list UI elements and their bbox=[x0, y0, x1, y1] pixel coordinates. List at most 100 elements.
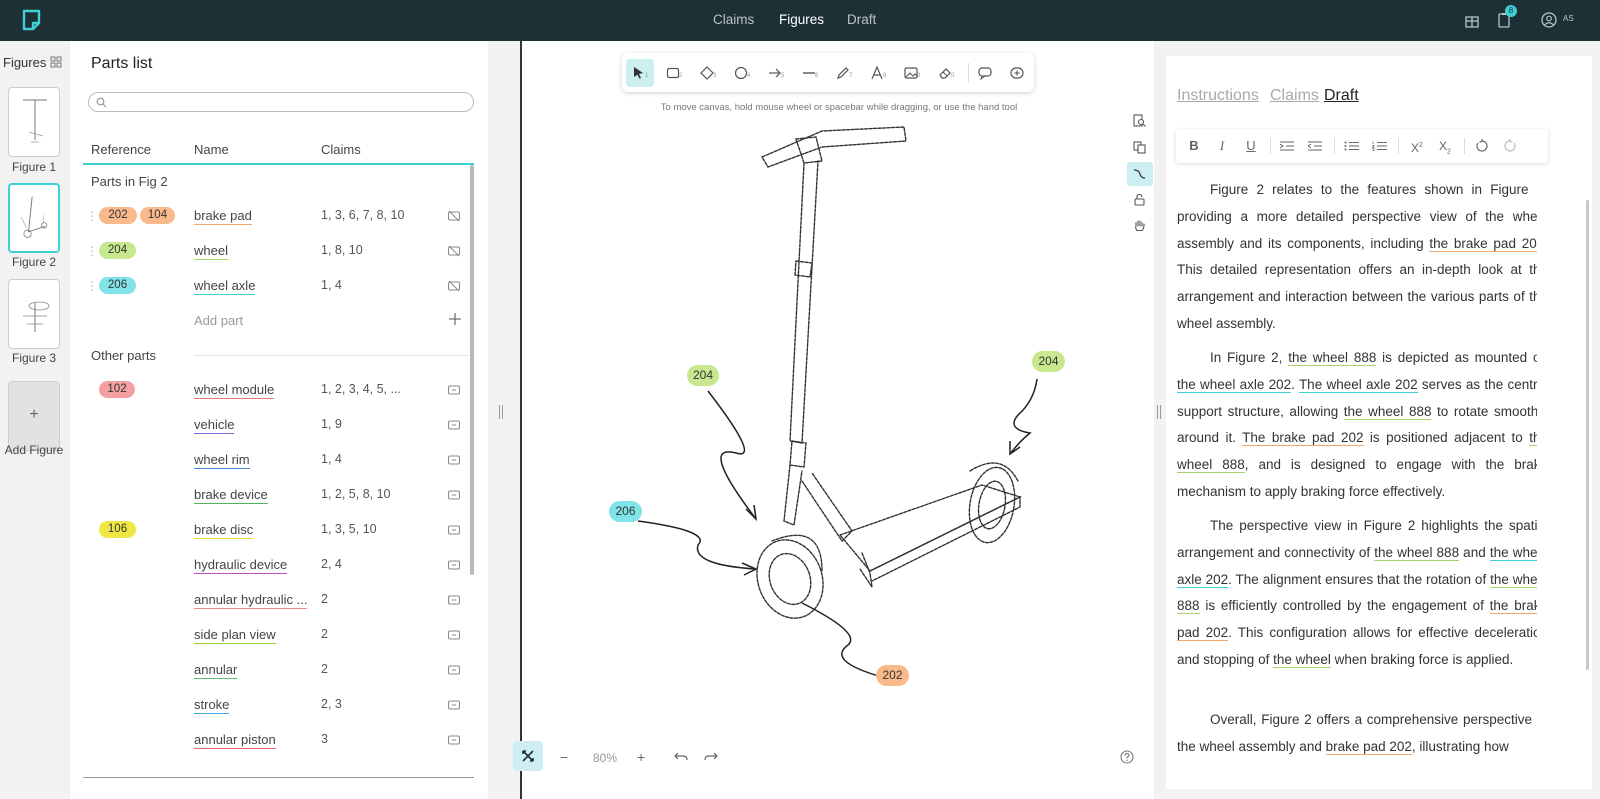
nav-draft-link[interactable]: Draft bbox=[847, 12, 876, 27]
add-label-button[interactable] bbox=[1004, 59, 1032, 87]
zoom-out-button[interactable]: − bbox=[560, 749, 568, 765]
draft-paragraph[interactable]: Overall, Figure 2 offers a comprehensive… bbox=[1177, 707, 1537, 761]
show-label-icon[interactable] bbox=[447, 663, 461, 677]
tab-claims[interactable]: Claims bbox=[1270, 87, 1319, 105]
add-comment-button[interactable] bbox=[972, 59, 1000, 87]
column-header-claims[interactable]: Claims bbox=[321, 142, 361, 157]
user-account-icon[interactable] bbox=[1540, 11, 1558, 29]
part-row[interactable]: side plan view 2 bbox=[83, 620, 469, 650]
part-row[interactable]: annular piston 3 bbox=[83, 725, 469, 755]
right-panel-resize-handle[interactable] bbox=[1157, 405, 1161, 419]
preview-button[interactable] bbox=[1127, 109, 1153, 133]
reference-badge[interactable]: 206 bbox=[99, 277, 136, 294]
add-part-row[interactable]: Add part bbox=[83, 306, 469, 336]
italic-button[interactable]: I bbox=[1213, 137, 1231, 155]
nav-figures-link[interactable]: Figures bbox=[779, 12, 824, 27]
bold-button[interactable]: B bbox=[1185, 137, 1203, 155]
tool-select[interactable]: 1 bbox=[626, 59, 654, 87]
tool-text[interactable]: 8 bbox=[864, 59, 892, 87]
part-row[interactable]: annular 2 bbox=[83, 655, 469, 685]
tool-arrow[interactable]: 5 bbox=[762, 59, 790, 87]
part-reference-link[interactable]: The wheel axle 202 bbox=[1298, 376, 1418, 393]
column-header-name[interactable]: Name bbox=[194, 142, 229, 157]
lock-button[interactable] bbox=[1127, 188, 1153, 212]
show-label-icon[interactable] bbox=[447, 383, 461, 397]
draft-text-editor[interactable]: Figure 2 relates to the features shown i… bbox=[1166, 177, 1537, 787]
part-reference-link[interactable]: the brake pad 202 bbox=[1429, 235, 1537, 252]
reference-badge[interactable]: 106 bbox=[99, 521, 136, 538]
add-figure-label[interactable]: Add Figure bbox=[0, 443, 68, 457]
part-name[interactable]: side plan view bbox=[194, 627, 276, 644]
part-name[interactable]: hydraulic device bbox=[194, 557, 288, 574]
tool-pencil[interactable]: 7 bbox=[830, 59, 858, 87]
callout-label-206[interactable]: 206 bbox=[609, 501, 642, 522]
add-figure-button[interactable]: + bbox=[8, 381, 60, 451]
tool-line[interactable]: 6 bbox=[796, 59, 824, 87]
tool-image[interactable]: 9 bbox=[898, 59, 926, 87]
part-reference-link[interactable]: the wheel axle 202 bbox=[1177, 376, 1292, 393]
nav-claims-link[interactable]: Claims bbox=[713, 12, 754, 27]
part-reference-link[interactable]: the wheel bbox=[1273, 651, 1331, 668]
part-row[interactable]: annular hydraulic ... 2 bbox=[83, 585, 469, 615]
figure-canvas[interactable]: 204 204 206 202 1 2 3 4 5 6 7 8 9 0 To m… bbox=[513, 41, 1154, 799]
figure-2-thumbnail[interactable] bbox=[8, 183, 60, 253]
part-name[interactable]: wheel axle bbox=[194, 278, 256, 295]
part-name[interactable]: wheel module bbox=[194, 382, 275, 399]
undo-icon[interactable] bbox=[1475, 139, 1489, 153]
tool-ellipse[interactable]: 4 bbox=[728, 59, 756, 87]
part-name[interactable]: wheel bbox=[194, 243, 228, 260]
parts-search-input[interactable] bbox=[88, 92, 474, 112]
redo-icon[interactable] bbox=[1503, 139, 1517, 153]
figure-3-thumbnail[interactable] bbox=[8, 279, 60, 349]
part-name[interactable]: brake pad bbox=[194, 208, 252, 225]
hide-label-icon[interactable] bbox=[447, 244, 461, 258]
callout-label-204[interactable]: 204 bbox=[687, 365, 719, 386]
part-name[interactable]: annular hydraulic ... bbox=[194, 592, 308, 609]
outdent-icon[interactable] bbox=[1308, 141, 1322, 151]
reference-badge[interactable]: 202 bbox=[99, 207, 137, 224]
show-label-icon[interactable] bbox=[447, 523, 461, 537]
part-row[interactable]: brake device 1, 2, 5, 8, 10 bbox=[83, 480, 469, 510]
show-label-icon[interactable] bbox=[447, 453, 461, 467]
part-row[interactable]: 102 wheel module 1, 2, 3, 4, 5, ... bbox=[83, 375, 469, 405]
column-header-reference[interactable]: Reference bbox=[91, 142, 151, 157]
bulleted-list-icon[interactable] bbox=[1344, 141, 1359, 151]
help-icon[interactable] bbox=[1119, 749, 1135, 765]
fit-to-screen-button[interactable] bbox=[513, 741, 543, 771]
tool-eraser[interactable]: 0 bbox=[932, 59, 960, 87]
curve-tool-button[interactable] bbox=[1127, 162, 1153, 186]
part-reference-link[interactable]: The brake pad 202 bbox=[1242, 430, 1364, 447]
part-name[interactable]: wheel rim bbox=[194, 452, 250, 469]
part-name[interactable]: brake device bbox=[194, 487, 268, 504]
draft-paragraph[interactable]: In Figure 2, the wheel 888 is depicted a… bbox=[1177, 345, 1537, 506]
part-row[interactable]: ⋮⋮ 202 104 brake pad 1, 3, 6, 7, 8, 10 bbox=[83, 201, 469, 231]
part-row[interactable]: stroke 2, 3 bbox=[83, 690, 469, 720]
part-reference-link[interactable]: the wheel 888 bbox=[1374, 544, 1460, 561]
app-logo-icon[interactable] bbox=[20, 8, 44, 32]
part-reference-link[interactable]: the wheel 888 bbox=[1288, 350, 1377, 366]
figure-3-label[interactable]: Figure 3 bbox=[0, 351, 68, 365]
indent-icon[interactable] bbox=[1280, 141, 1294, 151]
part-row[interactable]: ⋮⋮ 204 wheel 1, 8, 10 bbox=[83, 236, 469, 266]
show-label-icon[interactable] bbox=[447, 628, 461, 642]
draft-paragraph[interactable]: The perspective view in Figure 2 highlig… bbox=[1177, 513, 1537, 674]
figure-1-thumbnail[interactable] bbox=[8, 87, 60, 157]
reference-badge[interactable]: 104 bbox=[140, 207, 175, 224]
undo-icon[interactable] bbox=[674, 751, 688, 763]
grid-view-icon[interactable] bbox=[50, 56, 62, 68]
subscript-button[interactable]: X2 bbox=[1436, 137, 1454, 155]
part-reference-link[interactable]: brake pad 202 bbox=[1325, 738, 1412, 755]
show-label-icon[interactable] bbox=[447, 733, 461, 747]
part-name[interactable]: vehicle bbox=[194, 417, 235, 434]
underline-button[interactable]: U bbox=[1242, 137, 1260, 155]
draft-paragraph[interactable]: Figure 2 relates to the features shown i… bbox=[1177, 177, 1537, 338]
redo-icon[interactable] bbox=[704, 751, 718, 763]
show-label-icon[interactable] bbox=[447, 593, 461, 607]
hand-tool-button[interactable] bbox=[1127, 214, 1153, 238]
tool-rectangle[interactable]: 2 bbox=[660, 59, 688, 87]
callout-label-202[interactable]: 202 bbox=[876, 665, 909, 686]
part-name[interactable]: brake disc bbox=[194, 522, 254, 539]
numbered-list-icon[interactable] bbox=[1372, 141, 1387, 151]
part-row[interactable]: wheel rim 1, 4 bbox=[83, 445, 469, 475]
hide-label-icon[interactable] bbox=[447, 209, 461, 223]
